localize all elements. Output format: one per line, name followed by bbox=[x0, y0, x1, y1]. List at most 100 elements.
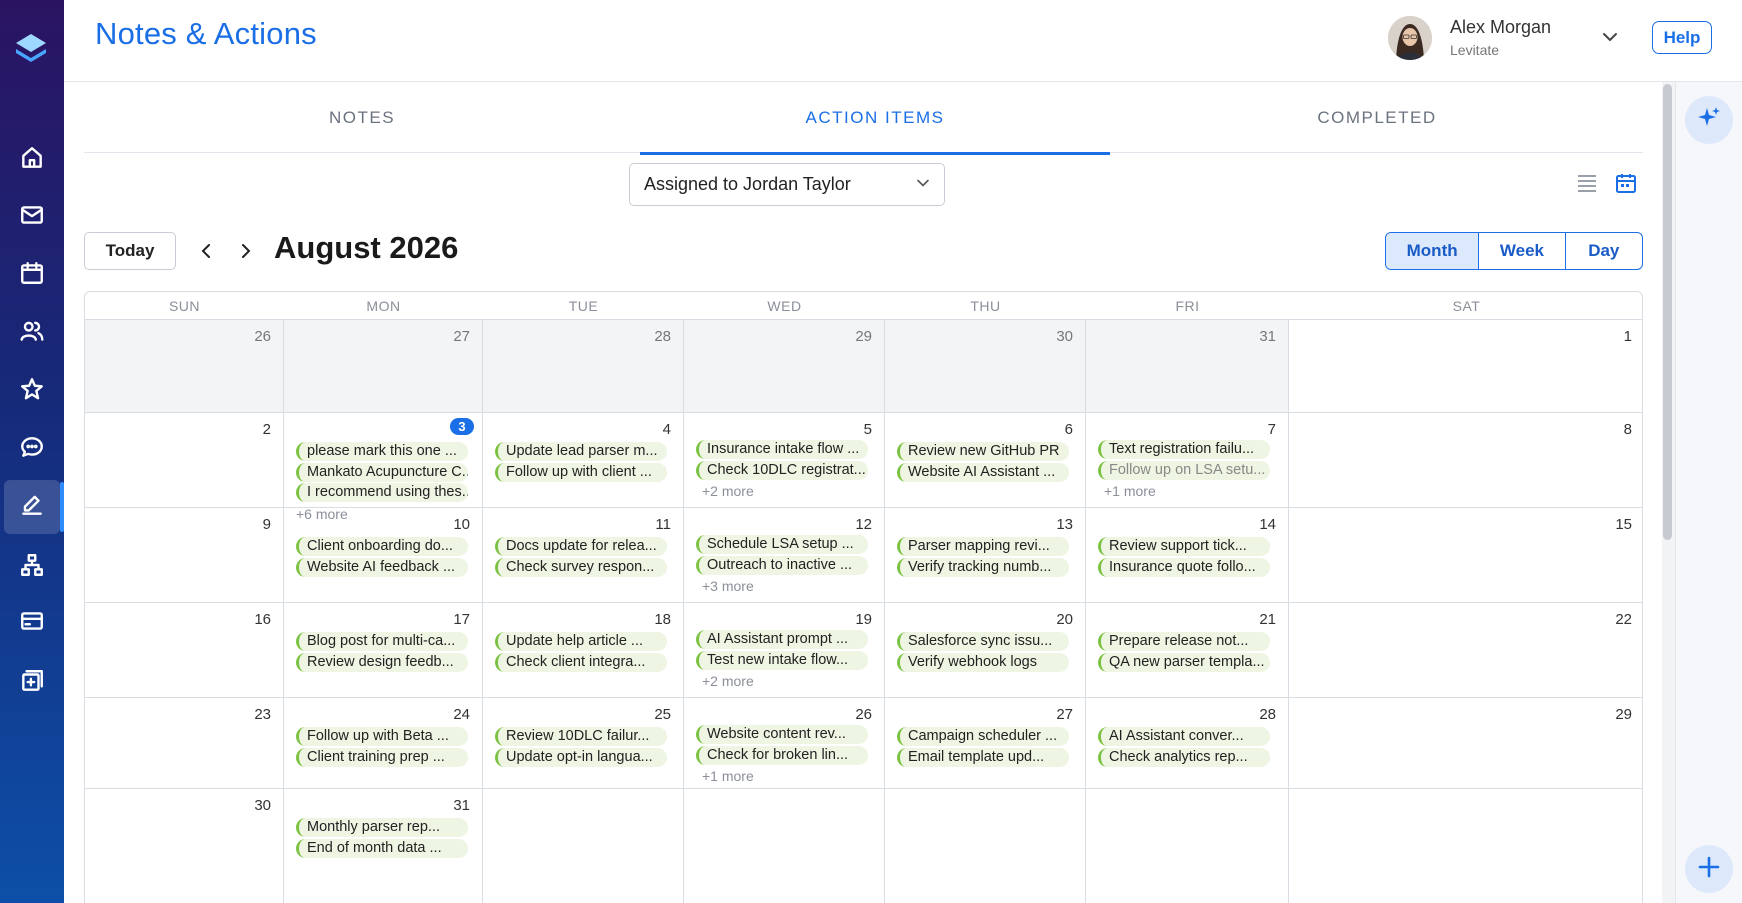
day-cell[interactable]: 28 AI Assistant conver... Check analytics … bbox=[1086, 698, 1289, 789]
tab-completed[interactable]: COMPLETED bbox=[1110, 82, 1644, 153]
assignee-filter-select[interactable]: Assigned to Jordan Taylor bbox=[629, 163, 945, 206]
day-cell[interactable]: 5 Insurance intake flow ... Check 10DLC re… bbox=[684, 413, 885, 508]
nav-notes-actions[interactable] bbox=[4, 480, 64, 534]
action-item-chip[interactable]: Follow up on LSA setu... bbox=[1098, 460, 1270, 480]
action-item-chip[interactable]: Insurance intake flow ... bbox=[696, 440, 868, 459]
add-action-button[interactable] bbox=[1685, 845, 1733, 893]
action-item-chip[interactable]: Update help article ... bbox=[495, 632, 667, 651]
day-cell[interactable]: 31 Monthly parser rep... End of month data… bbox=[284, 789, 483, 903]
action-item-chip[interactable]: Client training prep ... bbox=[296, 747, 468, 767]
day-cell[interactable]: 29 bbox=[1289, 698, 1642, 789]
action-item-chip[interactable]: Website AI Assistant ... bbox=[897, 462, 1069, 482]
day-cell[interactable]: 31 bbox=[1086, 320, 1289, 413]
action-item-chip[interactable]: AI Assistant conver... bbox=[1098, 727, 1270, 746]
action-item-chip[interactable]: Text registration failu... bbox=[1098, 440, 1270, 459]
day-cell[interactable]: 3 please mark this one ... Mankato Acupunc… bbox=[284, 413, 483, 522]
day-cell[interactable]: 28 bbox=[483, 320, 684, 413]
week-view-button[interactable]: Week bbox=[1479, 233, 1566, 269]
action-item-chip[interactable]: Campaign scheduler ... bbox=[897, 727, 1069, 746]
action-item-chip[interactable]: Verify tracking numb... bbox=[897, 557, 1069, 577]
day-cell[interactable]: 14 Review support tick... Insurance quote … bbox=[1086, 508, 1289, 603]
action-item-chip[interactable]: Parser mapping revi... bbox=[897, 537, 1069, 556]
more-items-link[interactable]: +3 more bbox=[702, 578, 754, 594]
day-cell[interactable]: 23 bbox=[85, 698, 284, 789]
action-item-chip[interactable]: Website AI feedback ... bbox=[296, 557, 468, 577]
day-cell[interactable] bbox=[1289, 789, 1642, 903]
action-item-chip[interactable]: Outreach to inactive ... bbox=[696, 555, 868, 575]
action-item-chip[interactable]: Follow up with Beta ... bbox=[296, 727, 468, 746]
more-items-link[interactable]: +2 more bbox=[702, 483, 754, 499]
day-cell[interactable]: 10 Client onboarding do... Website AI feed… bbox=[284, 508, 483, 603]
day-cell[interactable]: 26 Website content rev... Check for broken… bbox=[684, 698, 885, 789]
help-button[interactable]: Help bbox=[1652, 21, 1712, 54]
day-cell[interactable]: 26 bbox=[85, 320, 284, 413]
action-item-chip[interactable]: Insurance quote follo... bbox=[1098, 557, 1270, 577]
action-item-chip[interactable]: Update opt-in langua... bbox=[495, 747, 667, 767]
day-cell[interactable] bbox=[483, 789, 684, 903]
day-cell[interactable]: 17 Blog post for multi-ca... Review design… bbox=[284, 603, 483, 698]
day-cell[interactable]: 19 AI Assistant prompt ... Test new intake… bbox=[684, 603, 885, 698]
action-item-chip[interactable]: Check analytics rep... bbox=[1098, 747, 1270, 767]
chevron-down-icon[interactable] bbox=[1601, 28, 1619, 46]
action-item-chip[interactable]: Check 10DLC registrat... bbox=[696, 460, 868, 480]
action-item-chip[interactable]: End of month data ... bbox=[296, 838, 468, 858]
action-item-chip[interactable]: Check survey respon... bbox=[495, 557, 667, 577]
action-item-chip[interactable]: Mankato Acupuncture C... bbox=[296, 462, 468, 482]
nav-add[interactable] bbox=[0, 656, 64, 710]
nav-favorites[interactable] bbox=[0, 364, 64, 418]
day-cell[interactable]: 29 bbox=[684, 320, 885, 413]
day-cell[interactable] bbox=[885, 789, 1086, 903]
nav-organization[interactable] bbox=[0, 540, 64, 594]
day-cell[interactable]: 7 Text registration failu... Follow up on … bbox=[1086, 413, 1289, 508]
day-cell[interactable]: 30 bbox=[85, 789, 284, 903]
action-item-chip[interactable]: Review 10DLC failur... bbox=[495, 727, 667, 746]
day-cell[interactable]: 24 Follow up with Beta ... Client training… bbox=[284, 698, 483, 789]
action-item-chip[interactable]: Update lead parser m... bbox=[495, 442, 667, 461]
action-item-chip[interactable]: Check client integra... bbox=[495, 652, 667, 672]
nav-mail[interactable] bbox=[0, 190, 64, 244]
day-cell[interactable]: 8 bbox=[1289, 413, 1642, 508]
action-item-chip[interactable]: Monthly parser rep... bbox=[296, 818, 468, 837]
day-cell[interactable]: 20 Salesforce sync issu... Verify webhook … bbox=[885, 603, 1086, 698]
action-item-chip[interactable]: please mark this one ... bbox=[296, 442, 468, 461]
action-item-chip[interactable]: Review design feedb... bbox=[296, 652, 468, 672]
more-items-link[interactable]: +1 more bbox=[702, 768, 754, 784]
action-item-chip[interactable]: Blog post for multi-ca... bbox=[296, 632, 468, 651]
action-item-chip[interactable]: AI Assistant prompt ... bbox=[696, 630, 868, 649]
day-cell[interactable]: 18 Update help article ... Check client in… bbox=[483, 603, 684, 698]
day-cell[interactable]: 27 Campaign scheduler ... Email template u… bbox=[885, 698, 1086, 789]
prev-month-button[interactable] bbox=[195, 240, 217, 262]
day-cell[interactable]: 4 Update lead parser m... Follow up with c… bbox=[483, 413, 684, 508]
scrollbar-thumb[interactable] bbox=[1663, 84, 1672, 540]
action-item-chip[interactable]: Verify webhook logs bbox=[897, 652, 1069, 672]
action-item-chip[interactable]: Schedule LSA setup ... bbox=[696, 535, 868, 554]
day-cell[interactable]: 22 bbox=[1289, 603, 1642, 698]
list-view-icon[interactable] bbox=[1575, 171, 1599, 195]
action-item-chip[interactable]: Salesforce sync issu... bbox=[897, 632, 1069, 651]
day-cell[interactable] bbox=[1086, 789, 1289, 903]
nav-home[interactable] bbox=[0, 133, 64, 187]
tab-action-items[interactable]: ACTION ITEMS bbox=[640, 82, 1110, 155]
calendar-view-icon[interactable] bbox=[1614, 171, 1638, 195]
today-button[interactable]: Today bbox=[84, 232, 176, 270]
action-item-chip[interactable]: Prepare release not... bbox=[1098, 632, 1270, 651]
day-cell[interactable]: 1 bbox=[1289, 320, 1642, 413]
day-cell[interactable]: 9 bbox=[85, 508, 284, 603]
tab-notes[interactable]: NOTES bbox=[84, 82, 640, 153]
action-item-chip[interactable]: Website content rev... bbox=[696, 725, 868, 744]
day-cell[interactable]: 30 bbox=[885, 320, 1086, 413]
day-view-button[interactable]: Day bbox=[1566, 233, 1642, 269]
action-item-chip[interactable]: QA new parser templa... bbox=[1098, 652, 1270, 672]
action-item-chip[interactable]: Review new GitHub PR bbox=[897, 442, 1069, 461]
action-item-chip[interactable]: Email template upd... bbox=[897, 747, 1069, 767]
day-cell[interactable]: 25 Review 10DLC failur... Update opt-in la… bbox=[483, 698, 684, 789]
day-cell[interactable]: 2 bbox=[85, 413, 284, 508]
action-item-chip[interactable]: Check for broken lin... bbox=[696, 745, 868, 765]
action-item-chip[interactable]: Review support tick... bbox=[1098, 537, 1270, 556]
day-cell[interactable]: 16 bbox=[85, 603, 284, 698]
action-item-chip[interactable]: Test new intake flow... bbox=[696, 650, 868, 670]
day-cell[interactable]: 11 Docs update for relea... Check survey r… bbox=[483, 508, 684, 603]
avatar[interactable] bbox=[1388, 16, 1432, 60]
action-item-chip[interactable]: Follow up with client ... bbox=[495, 462, 667, 482]
logo-icon[interactable] bbox=[12, 30, 50, 68]
